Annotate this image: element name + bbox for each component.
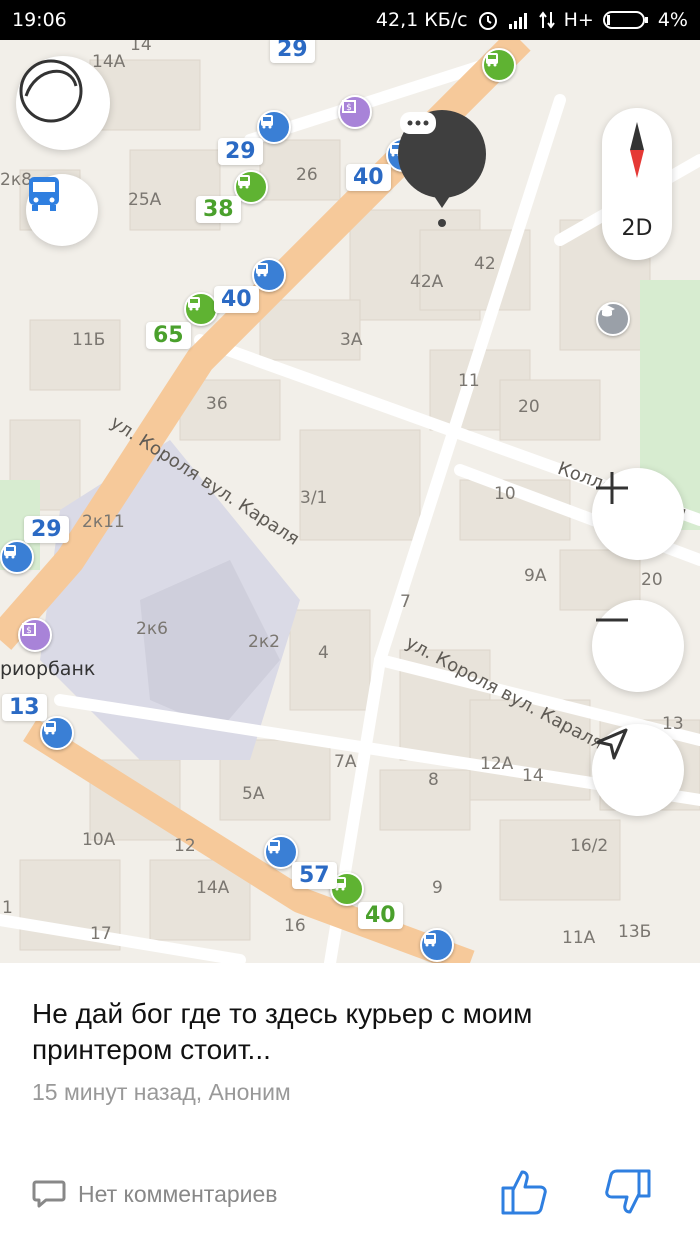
house-number: 20 [641,570,663,590]
chat-marker-icon[interactable] [398,110,486,198]
thumbs-down-icon [605,1169,651,1214]
route-number[interactable]: 57 [292,862,337,889]
svg-text:$: $ [346,103,352,113]
house-number: 42 [474,254,496,274]
profile-button[interactable] [16,56,110,150]
route-number[interactable]: 29 [24,516,69,543]
route-number[interactable]: 29 [218,138,263,165]
house-number: 5А [242,784,265,804]
transport-button[interactable] [26,174,98,246]
house-number: 9А [524,566,547,586]
house-number: 1 [2,898,13,918]
house-number: 26 [296,165,318,185]
battery-percent: 4% [657,9,688,31]
house-number: 17 [90,924,112,944]
thumbs-up-icon [501,1170,547,1215]
zoom-in-button[interactable] [592,468,684,560]
plus-icon [596,472,628,504]
house-number: 11А [562,928,596,948]
house-number: 14 [130,40,152,55]
house-number: 14А [196,878,230,898]
bank-icon[interactable]: $ [338,95,372,129]
school-icon[interactable] [596,302,630,336]
house-number: 13 [662,714,684,734]
house-number: 16/2 [570,836,609,856]
network-speed: 42,1 КБ/с [375,9,468,31]
profile-icon [19,59,83,123]
house-number: 14А [92,52,126,72]
comments-label: Нет комментариев [78,1180,278,1207]
house-number: 14 [522,766,544,786]
house-number: 2к2 [248,632,280,652]
house-number: 36 [206,394,228,414]
route-number[interactable]: 38 [196,196,241,223]
comments-link[interactable]: Нет комментариев [32,1179,278,1209]
bus-icon [29,177,59,211]
post-meta: 15 минут назад, Аноним [32,1079,291,1105]
bank-label: риорбанк [0,658,96,680]
house-number: 7 [400,592,411,612]
house-number: 9 [432,878,443,898]
house-number: 13Б [618,922,652,942]
house-number: 11 [458,371,480,391]
house-number: 25А [128,190,162,210]
house-number: 4 [318,643,329,663]
chat-marker-tail [430,190,454,208]
like-button[interactable] [500,1168,550,1221]
route-number[interactable]: 13 [2,694,47,721]
house-number: 10А [82,830,116,850]
network-type: H+ [563,9,594,31]
chat-marker-point [438,219,446,227]
navigation-arrow-icon [596,728,628,760]
house-number: 2к11 [82,512,125,532]
post-text: Не дай бог где то здесь курьер с моим пр… [32,998,533,1065]
trolleybus-stop-icon[interactable] [0,540,34,574]
route-number[interactable]: 40 [358,902,403,929]
house-number: 3/1 [300,488,328,508]
house-number: 2к6 [136,619,168,639]
status-right: 42,1 КБ/с H+ 4% [376,9,688,31]
zoom-out-button[interactable] [592,600,684,692]
trolleybus-stop-icon[interactable] [420,928,454,962]
house-number: 12 [174,836,196,856]
minus-icon [596,618,628,622]
bus-stop-icon[interactable] [184,292,218,326]
bus-stop-icon[interactable] [482,48,516,82]
view-mode-toggle[interactable]: 2D [602,216,672,241]
compass-icon[interactable] [602,108,672,198]
map-view[interactable]: 14 14А 2к8 25А 26 42 42А 11Б 3А 11 36 20… [0,40,700,963]
dislike-button[interactable] [602,1168,652,1221]
house-number: 7А [334,752,357,772]
data-arrows-icon [538,10,555,30]
route-number[interactable]: 40 [214,286,259,313]
house-number: 8 [428,770,439,790]
house-number: 20 [518,397,540,417]
house-number: 16 [284,916,306,936]
house-number: 42А [410,272,444,292]
svg-text:$: $ [26,626,32,636]
house-number: 12А [480,754,514,774]
route-number[interactable]: 29 [270,40,315,63]
bank-icon[interactable]: $ [18,618,52,652]
house-number: 10 [494,484,516,504]
status-time: 19:06 [12,9,67,31]
route-number[interactable]: 65 [146,322,191,349]
post-panel: Не дай бог где то здесь курьер с моим пр… [0,963,700,1244]
map-mode-control: 2D [602,108,672,260]
alarm-icon [477,9,499,31]
route-number[interactable]: 40 [346,164,391,191]
house-number: 3А [340,330,363,350]
my-location-button[interactable] [592,724,684,816]
status-bar: 19:06 42,1 КБ/с H+ 4% [0,0,700,40]
battery-icon [602,10,649,30]
trolleybus-stop-icon[interactable] [40,716,74,750]
comment-icon [32,1180,66,1208]
house-number: 11Б [72,330,106,350]
signal-icon [508,11,530,29]
